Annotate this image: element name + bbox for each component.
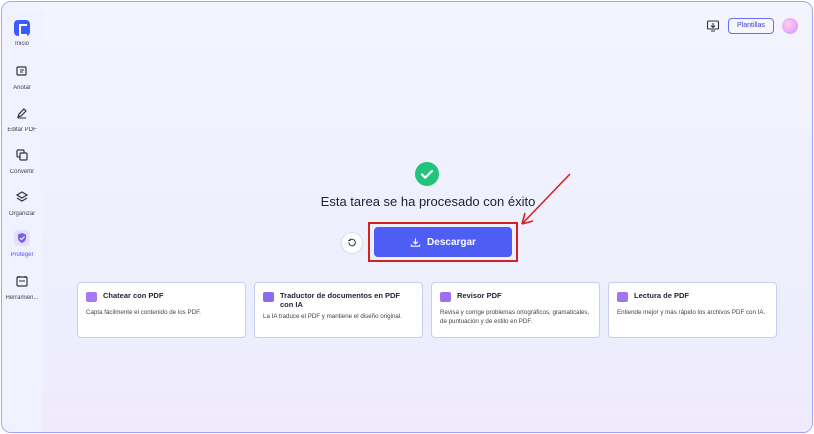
sidebar-item-label: Editar PDF <box>7 127 37 133</box>
sidebar-item-label: Herramien... <box>5 295 39 301</box>
monitor-download-icon[interactable] <box>706 19 720 33</box>
sidebar-item-label: Organizar <box>8 211 36 217</box>
retry-button[interactable] <box>341 232 363 254</box>
highlight-box <box>368 222 518 262</box>
organize-icon <box>15 191 29 202</box>
review-icon <box>440 292 451 302</box>
topbar-actions: Plantillas <box>706 18 798 34</box>
sidebar-item-annotate[interactable]: Anotar <box>2 64 42 91</box>
chat-icon <box>86 292 97 302</box>
refresh-icon <box>348 238 356 247</box>
edit-pdf-icon <box>17 108 27 119</box>
success-title: Esta tarea se ha procesado con éxito <box>320 194 536 209</box>
card-reader[interactable]: Lectura de PDF Entiende mejor y más rápi… <box>608 282 777 338</box>
pointer-arrow <box>521 173 571 225</box>
sidebar: Inicio Anotar Editar PDF Convertir Organ… <box>2 2 42 432</box>
protect-icon <box>14 230 30 246</box>
annotate-icon <box>16 66 27 76</box>
card-desc: La IA traduce el PDF y mantiene el diseñ… <box>263 313 402 320</box>
app-window: Inicio Anotar Editar PDF Convertir Organ… <box>1 1 813 433</box>
main-panel: Esta tarea se ha procesado con éxito Des… <box>42 44 812 432</box>
card-desc: Entiende mejor y más rápido los archivos… <box>617 309 766 316</box>
sidebar-item-convert[interactable]: Convertir <box>2 148 42 175</box>
convert-icon <box>16 149 28 161</box>
card-title: Lectura de PDF <box>634 291 690 300</box>
avatar[interactable] <box>782 18 798 34</box>
card-chat-pdf[interactable]: Chatear con PDF Capta fácilmente el cont… <box>77 282 246 338</box>
sidebar-item-home[interactable]: Inicio <box>2 20 42 47</box>
success-check-icon <box>415 162 439 186</box>
card-reviewer[interactable]: Revisor PDF Revisa y corrige problemas o… <box>431 282 600 338</box>
sidebar-item-label: Convertir <box>9 169 35 175</box>
card-title: Traductor de documentos en PDF con IA <box>280 291 401 309</box>
sidebar-item-organize[interactable]: Organizar <box>2 190 42 217</box>
sidebar-item-edit-pdf[interactable]: Editar PDF <box>2 106 42 133</box>
card-translator[interactable]: Traductor de documentos en PDF con IA La… <box>254 282 423 338</box>
card-desc: Revisa y corrige problemas ortográficos,… <box>440 309 590 325</box>
reader-icon <box>617 292 628 302</box>
card-title: Revisor PDF <box>457 291 502 300</box>
sidebar-item-label: Inicio <box>14 41 29 47</box>
sidebar-item-protect[interactable]: Proteger <box>2 230 42 258</box>
sidebar-item-tools[interactable]: Herramien... <box>2 274 42 301</box>
sidebar-item-label: Proteger <box>10 252 34 258</box>
translate-icon <box>263 292 274 302</box>
tools-icon <box>16 276 28 287</box>
templates-button[interactable]: Plantillas <box>727 18 774 34</box>
sidebar-item-label: Anotar <box>13 85 31 91</box>
card-title: Chatear con PDF <box>103 291 164 300</box>
card-desc: Capta fácilmente el contenido de los PDF… <box>86 309 201 316</box>
app-logo-icon <box>14 20 30 36</box>
